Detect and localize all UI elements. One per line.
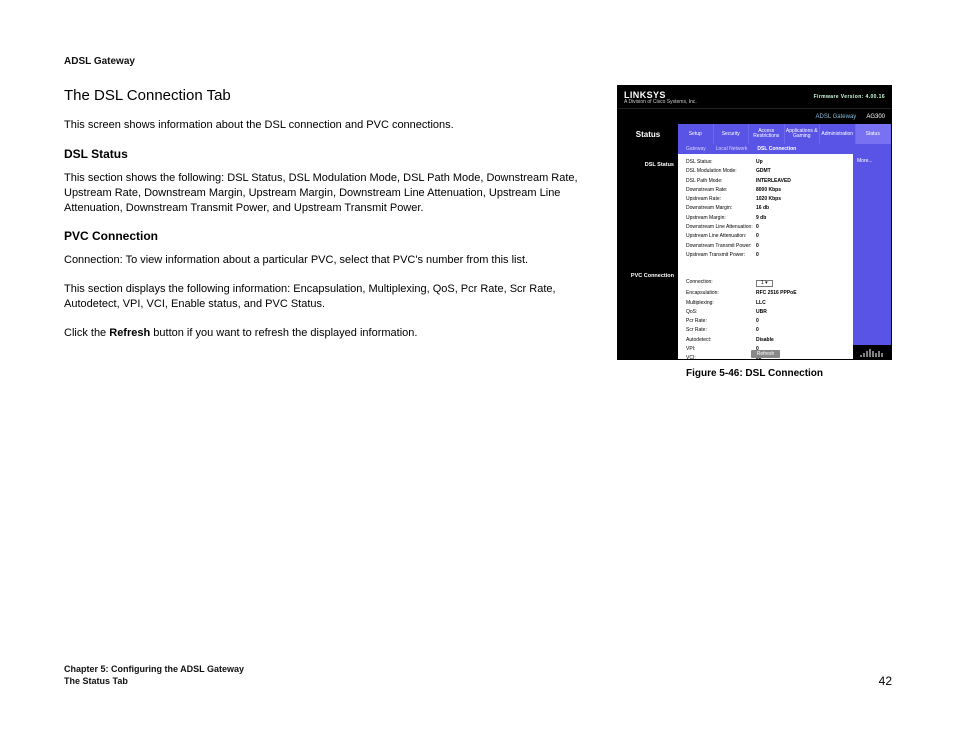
status-key: Upstream Transmit Power: [686, 253, 756, 258]
status-value: Up [756, 160, 763, 165]
status-key: Scr Rate: [686, 328, 756, 333]
figure-caption: Figure 5-46: DSL Connection [617, 368, 892, 379]
gateway-label: ADSL Gateway [816, 114, 857, 120]
status-key: QoS: [686, 310, 756, 315]
status-key: Multiplexing: [686, 301, 756, 306]
status-row: Connection:1 ▾ [686, 280, 845, 287]
brand-sub: A Division of Cisco Systems, Inc. [624, 100, 697, 105]
dsl-status-heading: DSL Status [64, 147, 584, 161]
status-row: DSL Status:Up [686, 160, 845, 165]
status-row: Upstream Transmit Power:0 [686, 253, 845, 258]
pvc-text-1: Connection: To view information about a … [64, 253, 584, 268]
nav-tab[interactable]: Security [714, 124, 750, 144]
status-row: Upstream Line Attenuation:0 [686, 234, 845, 239]
status-key: Downstream Rate: [686, 188, 756, 193]
status-row: Upstream Rate:1020 Kbps [686, 197, 845, 202]
nav-tab[interactable]: Applications & Gaming [785, 124, 821, 144]
status-value: 0 [756, 328, 759, 333]
status-row: Downstream Transmit Power:0 [686, 244, 845, 249]
status-value: 0 [756, 319, 759, 324]
pvc-text-3c: button if you want to refresh the displa… [150, 327, 417, 339]
status-value: RFC 2516 PPPoE [756, 291, 797, 296]
side-dsl-label: DSL Status [618, 158, 678, 172]
status-value[interactable]: 1 ▾ [756, 280, 773, 287]
connection-select[interactable]: 1 ▾ [756, 280, 773, 287]
status-value: INTERLEAVED [756, 179, 791, 184]
side-pvc-label: PVC Connection [618, 269, 678, 283]
refresh-button[interactable]: Refresh [751, 350, 781, 358]
status-row: Downstream Rate:8000 Kbps [686, 188, 845, 193]
status-title: Status [618, 124, 678, 144]
refresh-word: Refresh [109, 327, 150, 339]
footer-section: The Status Tab [64, 675, 244, 688]
status-value: 0 [756, 253, 759, 258]
status-key: Encapsulation: [686, 291, 756, 296]
status-key: DSL Modulation Mode: [686, 169, 756, 174]
brand-logo: LINKSYS [624, 90, 666, 100]
status-value: 0 [756, 234, 759, 239]
status-row: Autodetect:Disable [686, 338, 845, 343]
status-value: Disable [756, 338, 774, 343]
status-key: Downstream Transmit Power: [686, 244, 756, 249]
page-number: 42 [879, 674, 892, 688]
pvc-text-3a: Click the [64, 327, 109, 339]
product-header: ADSL Gateway [64, 56, 892, 67]
status-value: 1020 Kbps [756, 197, 781, 202]
status-row: DSL Modulation Mode:GDMT [686, 169, 845, 174]
status-row: Pcr Rate:0 [686, 319, 845, 324]
status-key: Connection: [686, 280, 756, 287]
status-value: 16 db [756, 206, 769, 211]
router-screenshot: LINKSYS A Division of Cisco Systems, Inc… [617, 85, 892, 360]
status-value: 9 db [756, 216, 766, 221]
status-value: GDMT [756, 169, 771, 174]
status-value: 0 [756, 244, 759, 249]
nav-tab[interactable]: Setup [678, 124, 714, 144]
status-row: Downstream Line Attenuation:0 [686, 225, 845, 230]
status-key: Autodetect: [686, 338, 756, 343]
status-value: LLC [756, 301, 766, 306]
pvc-heading: PVC Connection [64, 229, 584, 243]
intro-text: This screen shows information about the … [64, 118, 584, 133]
page-title: The DSL Connection Tab [64, 87, 584, 104]
status-row: Multiplexing:LLC [686, 301, 845, 306]
status-key: Upstream Rate: [686, 197, 756, 202]
status-key: Pcr Rate: [686, 319, 756, 324]
sub-tab[interactable]: DSL Connection [757, 146, 796, 152]
pvc-text-2: This section displays the following info… [64, 282, 584, 312]
status-row: Downstream Margin:16 db [686, 206, 845, 211]
status-key: Downstream Margin: [686, 206, 756, 211]
status-key: Upstream Line Attenuation: [686, 234, 756, 239]
dsl-status-text: This section shows the following: DSL St… [64, 171, 584, 216]
nav-tab[interactable]: Administration [820, 124, 856, 144]
cisco-logo [853, 345, 891, 360]
nav-tab[interactable]: Status [856, 124, 892, 144]
status-key: Upstream Margin: [686, 216, 756, 221]
firmware-version: Firmware Version: 4.00.16 [814, 94, 885, 100]
status-row: DSL Path Mode:INTERLEAVED [686, 179, 845, 184]
status-row: Scr Rate:0 [686, 328, 845, 333]
status-key: DSL Status: [686, 160, 756, 165]
status-key: Downstream Line Attenuation: [686, 225, 756, 230]
sub-tab[interactable]: Local Network [716, 146, 748, 152]
status-value: 8000 Kbps [756, 188, 781, 193]
status-row: Upstream Margin:9 db [686, 216, 845, 221]
status-value: UBR [756, 310, 767, 315]
status-value: 0 [756, 225, 759, 230]
footer-chapter: Chapter 5: Configuring the ADSL Gateway [64, 663, 244, 676]
more-link[interactable]: More... [857, 158, 873, 164]
status-row: QoS:UBR [686, 310, 845, 315]
status-row: Encapsulation:RFC 2516 PPPoE [686, 291, 845, 296]
sub-tab[interactable]: Gateway [686, 146, 706, 152]
status-key: DSL Path Mode: [686, 179, 756, 184]
model-label: AG300 [866, 114, 885, 120]
pvc-text-3: Click the Refresh button if you want to … [64, 326, 584, 341]
nav-tab[interactable]: Access Restrictions [749, 124, 785, 144]
